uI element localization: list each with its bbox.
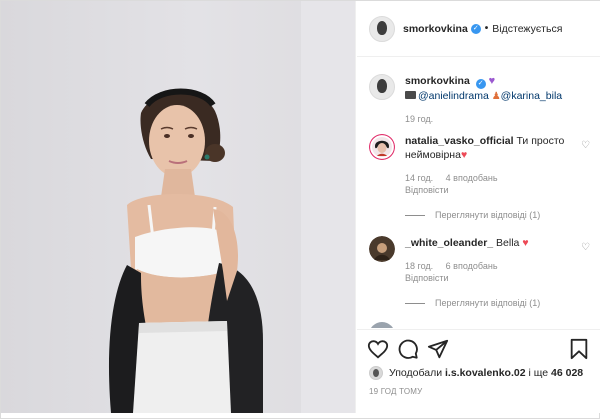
comment-reply-button[interactable]: Відповісти: [405, 273, 449, 283]
comment-text: Bella: [496, 237, 520, 249]
post-side-panel: smorkovkina ✓ • Відстежується smorkovkin…: [357, 1, 600, 413]
purple-heart-icon: ♥: [488, 75, 496, 87]
commenter-avatar[interactable]: [369, 322, 395, 328]
caption-time: 19 год.: [405, 114, 434, 124]
post-timestamp[interactable]: 19 ГОД ТОМУ: [369, 387, 422, 396]
comment-like-heart-icon[interactable]: ♡: [581, 242, 590, 253]
comment-username[interactable]: _white_oleander_: [405, 237, 493, 249]
comment-icon[interactable]: [397, 338, 419, 360]
commenter-avatar[interactable]: [369, 236, 395, 262]
comment-reply-button[interactable]: Відповісти: [405, 185, 449, 195]
caption-mention-2[interactable]: @karina_bila: [501, 90, 562, 102]
red-heart-emoji-icon: ♥: [460, 149, 468, 161]
liked-by-count[interactable]: 46 028: [551, 367, 583, 379]
post-caption: smorkovkina ✓ ♥ @anielindrama ♟@karina_b…: [369, 74, 594, 124]
avatar-image: [369, 134, 395, 160]
replies-line: [405, 214, 425, 216]
follow-state-button[interactable]: Відстежується: [492, 23, 562, 35]
camera-emoji-icon: [405, 91, 416, 99]
bookmark-icon[interactable]: [568, 338, 590, 360]
post-photo[interactable]: [1, 1, 356, 413]
caption-avatar[interactable]: [369, 74, 395, 100]
comment-time: 18 год.: [405, 261, 434, 271]
liked-by-user[interactable]: i.s.kovalenko.02: [445, 367, 526, 379]
comment-item: natalia_vasko_official Ти просто неймові…: [369, 134, 594, 220]
replies-line: [405, 302, 425, 304]
comment-like-heart-icon[interactable]: ♡: [581, 140, 590, 151]
comment-item: _white_oleander_ Bella ♥ ♡ 18 год. 6 впо…: [369, 236, 594, 308]
red-heart-emoji-icon: ♥: [522, 237, 529, 249]
heart-icon[interactable]: [367, 338, 389, 360]
post-actions: Уподобали i.s.kovalenko.02 і ще 46 028 1…: [357, 329, 600, 413]
view-replies-label: Переглянути відповіді (1): [435, 298, 541, 308]
separator-dot: •: [484, 23, 489, 34]
photo-illustration: [108, 1, 355, 413]
comment-username[interactable]: natalia_vasko_official: [405, 135, 514, 147]
view-replies-button[interactable]: Переглянути відповіді (1): [405, 298, 594, 308]
likes-summary[interactable]: Уподобали i.s.kovalenko.02 і ще 46 028: [369, 366, 583, 380]
post-frame: smorkovkina ✓ • Відстежується smorkovkin…: [0, 0, 600, 419]
comments-section[interactable]: smorkovkina ✓ ♥ @anielindrama ♟@karina_b…: [357, 58, 600, 328]
avatar[interactable]: [369, 15, 395, 42]
liked-by-and: і ще: [528, 367, 549, 379]
header-username[interactable]: smorkovkina: [403, 23, 468, 35]
comment-time: 14 год.: [405, 173, 434, 183]
caption-mention-1[interactable]: @anielindrama: [418, 90, 489, 102]
bell-emoji-icon: ♟: [491, 91, 501, 102]
commenter-avatar[interactable]: [369, 134, 395, 160]
share-icon[interactable]: [427, 338, 449, 360]
comment-likes[interactable]: 6 вподобань: [446, 261, 498, 271]
comment-likes[interactable]: 4 вподобань: [446, 173, 498, 183]
post-header: smorkovkina ✓ • Відстежується: [357, 1, 600, 57]
verified-badge-icon: ✓: [470, 23, 481, 34]
verified-badge-icon: ✓: [475, 79, 486, 89]
view-replies-button[interactable]: Переглянути відповіді (1): [405, 210, 594, 220]
liker-avatar: [369, 366, 383, 380]
action-icons: [367, 338, 592, 360]
view-replies-label: Переглянути відповіді (1): [435, 210, 541, 220]
avatar-image: [369, 236, 395, 262]
liked-by-prefix: Уподобали: [389, 367, 443, 379]
caption-username[interactable]: smorkovkina: [405, 75, 470, 87]
